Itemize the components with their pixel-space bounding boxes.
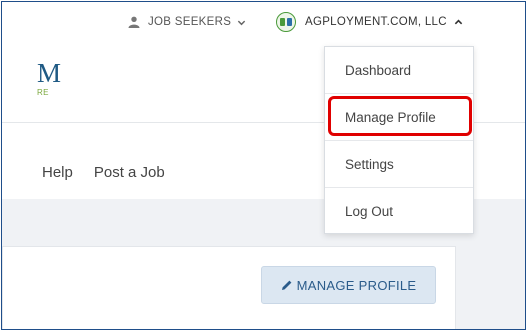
job-seekers-menu[interactable]: JOB SEEKERS: [128, 2, 246, 42]
manage-profile-button[interactable]: MANAGE PROFILE: [261, 266, 436, 304]
site-logo[interactable]: M RE: [2, 58, 62, 98]
company-logo-icon: [276, 12, 296, 32]
company-name: AGPLOYMENT.COM, LLC: [305, 16, 447, 28]
logo-letter: M: [37, 58, 61, 88]
chevron-down-icon: [238, 20, 246, 25]
menu-item-manage-profile[interactable]: Manage Profile: [325, 94, 473, 141]
nav-item-post-a-job[interactable]: Post a Job: [94, 164, 165, 181]
top-bar: JOB SEEKERS AGPLOYMENT.COM, LLC: [2, 2, 525, 42]
app-window: JOB SEEKERS AGPLOYMENT.COM, LLC M RE Hel…: [1, 1, 526, 330]
logo-tagline: RE: [37, 88, 49, 97]
menu-item-settings[interactable]: Settings: [325, 141, 473, 188]
chevron-up-icon: [454, 19, 463, 24]
main-nav: Help Post a Job: [42, 164, 186, 181]
profile-card: MANAGE PROFILE: [2, 246, 456, 329]
account-dropdown-menu: Dashboard Manage Profile Settings Log Ou…: [324, 46, 474, 234]
person-icon: [128, 16, 140, 28]
nav-item-help[interactable]: Help: [42, 164, 73, 181]
menu-item-dashboard[interactable]: Dashboard: [325, 47, 473, 94]
menu-item-log-out[interactable]: Log Out: [325, 188, 473, 235]
manage-profile-button-label: MANAGE PROFILE: [296, 277, 417, 293]
job-seekers-label: JOB SEEKERS: [148, 16, 232, 28]
company-account-menu[interactable]: AGPLOYMENT.COM, LLC: [276, 2, 463, 42]
pencil-icon: [281, 280, 292, 290]
